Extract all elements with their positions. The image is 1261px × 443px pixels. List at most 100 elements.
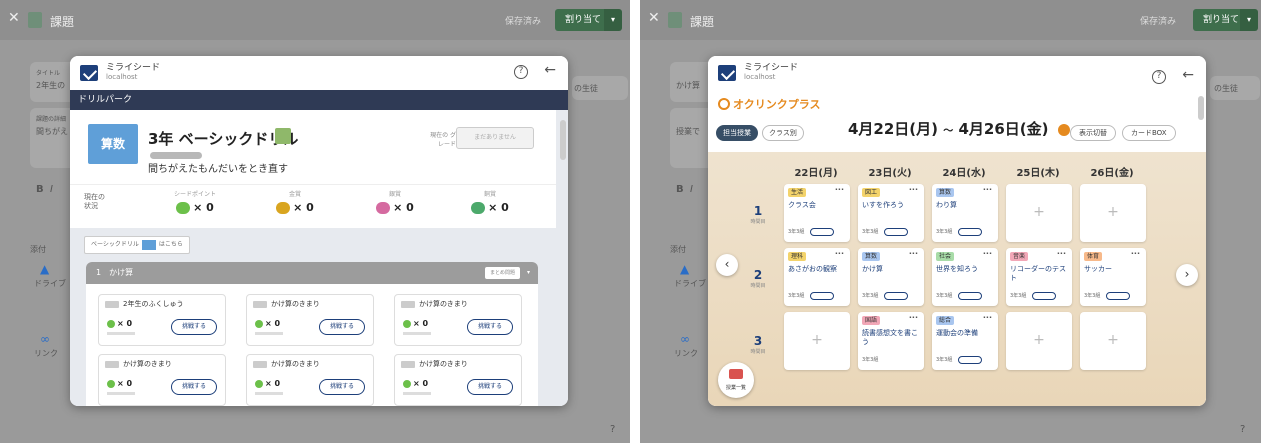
card-value: × 0 [117,379,133,388]
lesson-cell[interactable]: 図工 ··· いすを作ろう 3年3組 [858,184,924,242]
empty-cell[interactable]: + [1006,312,1072,370]
students-select-bg[interactable]: の生徒 [572,76,628,100]
more-icon[interactable]: ··· [909,249,918,258]
lesson-cell[interactable]: 音楽 ··· リコーダーのテスト 3年3組 [1006,248,1072,306]
description-value: 授業で [676,127,700,136]
back-arrow-icon[interactable]: ← [1182,67,1194,83]
assign-dropdown-icon[interactable]: ▾ [1240,9,1258,31]
more-icon[interactable]: ··· [835,249,844,258]
challenge-button[interactable]: 挑戦する [467,379,513,395]
lesson-list-button[interactable]: 授業一覧 [718,362,754,398]
more-icon[interactable]: ··· [909,313,918,322]
submit-pill[interactable] [810,292,834,300]
more-icon[interactable]: ··· [983,313,992,322]
more-icon[interactable]: ··· [983,249,992,258]
more-icon[interactable]: ··· [909,185,918,194]
more-icon[interactable]: ··· [983,185,992,194]
bold-icon[interactable]: B [676,184,684,195]
empty-cell[interactable]: + [784,312,850,370]
tab-my-lessons[interactable]: 担当授業 [716,125,758,141]
link-label: リンク [34,349,58,358]
drill-card[interactable]: 2年生のふくしゅう × 0 挑戦する [98,294,226,346]
challenge-button[interactable]: 挑戦する [171,379,217,395]
subject-badge: 生活 [788,188,807,197]
add-icon[interactable]: + [1080,204,1146,220]
card-tag [253,301,267,308]
link-icon[interactable]: ∞ [40,332,50,346]
submit-pill[interactable] [1106,292,1130,300]
submit-pill[interactable] [884,228,908,236]
empty-cell[interactable]: + [1006,184,1072,242]
drive-icon[interactable]: ▲ [40,262,49,276]
card-subline [107,332,135,335]
status-row: 現在の 状況 シードポイント × 0 金賞 × 0 銀賞 × 0 銅賞 × 0 [70,184,556,224]
cardbox-button[interactable]: カードBOX [1122,125,1176,141]
lesson-name: わり算 [936,201,957,209]
drill-card[interactable]: かけ算のきまり × 0 挑戦する [394,354,522,406]
grade-button[interactable]: まだありません [456,127,534,149]
submit-pill[interactable] [958,356,982,364]
more-icon[interactable]: ··· [835,185,844,194]
close-icon[interactable]: ✕ [8,10,20,26]
link-icon[interactable]: ∞ [680,332,690,346]
italic-icon[interactable]: I [50,184,53,195]
challenge-button[interactable]: 挑戦する [467,319,513,335]
add-icon[interactable]: + [784,332,850,348]
submit-pill[interactable] [958,292,982,300]
app-name: ミライシード [744,63,799,73]
drill-card[interactable]: かけ算のきまり × 0 挑戦する [394,294,522,346]
drill-card[interactable]: かけ算のきまり × 0 挑戦する [246,354,374,406]
drill-card[interactable]: かけ算のきまり × 0 挑戦する [98,354,226,406]
assign-button[interactable]: 割り当て [555,9,612,31]
lesson-cell[interactable]: 生活 ··· クラス会 3年3組 [784,184,850,242]
basic-drill-link[interactable]: ベーシックドリル はこちら [84,236,190,254]
help-icon[interactable]: ? [1152,70,1166,84]
display-switch-button[interactable]: 表示切替 [1070,125,1116,141]
lesson-cell[interactable]: 算数 ··· かけ算 3年3組 [858,248,924,306]
add-icon[interactable]: + [1006,204,1072,220]
scrollbar[interactable] [1198,96,1204,120]
more-icon[interactable]: ··· [1057,249,1066,258]
assign-dropdown-icon[interactable]: ▾ [604,9,622,31]
chevron-down-icon[interactable]: ▾ [527,262,530,284]
help-icon[interactable]: ? [1240,424,1245,435]
lesson-cell[interactable]: 理科 ··· あさがおの観察 3年3組 [784,248,850,306]
lesson-cell[interactable]: 算数 ··· わり算 3年3組 [932,184,998,242]
close-icon[interactable]: ✕ [648,10,660,26]
lesson-cell[interactable]: 社会 ··· 世界を知ろう 3年3組 [932,248,998,306]
calendar-dropdown-icon[interactable] [1057,123,1070,136]
scrollbar[interactable] [560,120,566,160]
tab-by-class[interactable]: クラス別 [762,125,804,141]
challenge-button[interactable]: 挑戦する [319,379,365,395]
summary-problem-button[interactable]: まとめ問題 [484,267,520,279]
help-icon[interactable]: ? [514,65,528,79]
drill-card[interactable]: かけ算のきまり × 0 挑戦する [246,294,374,346]
lesson-cell[interactable]: 国語 ··· 読書感想文を書こう 3年3組 [858,312,924,370]
more-icon[interactable]: ··· [1131,249,1140,258]
subject-badge: 社会 [936,252,955,261]
back-arrow-icon[interactable]: ← [544,62,556,78]
challenge-button[interactable]: 挑戦する [319,319,365,335]
unit-section: 1 かけ算 まとめ問題 ▾ 2年生のふくしゅう × 0 挑戦する かけ算のきまり… [86,262,538,406]
drive-icon[interactable]: ▲ [680,262,689,276]
bold-icon[interactable]: B [36,184,44,195]
submit-pill[interactable] [958,228,982,236]
help-icon[interactable]: ? [610,424,615,435]
lesson-cell[interactable]: 体育 ··· サッカー 3年3組 [1080,248,1146,306]
submit-pill[interactable] [1032,292,1056,300]
submit-pill[interactable] [810,228,834,236]
lesson-cell[interactable]: 総合 ··· 運動会の準備 3年3組 [932,312,998,370]
italic-icon[interactable]: I [690,184,693,195]
empty-cell[interactable]: + [1080,184,1146,242]
card-value: × 0 [265,379,281,388]
students-select-bg[interactable]: の生徒 [1210,76,1260,100]
challenge-button[interactable]: 挑戦する [171,319,217,335]
add-icon[interactable]: + [1006,332,1072,348]
app-name: ミライシード [106,63,161,73]
empty-cell[interactable]: + [1080,312,1146,370]
next-week-chevron-right-icon[interactable]: › [1176,264,1198,286]
add-icon[interactable]: + [1080,332,1146,348]
submit-pill[interactable] [884,292,908,300]
grade-label: 現在の グレード [430,132,456,148]
prev-week-chevron-left-icon[interactable]: ‹ [716,254,738,276]
